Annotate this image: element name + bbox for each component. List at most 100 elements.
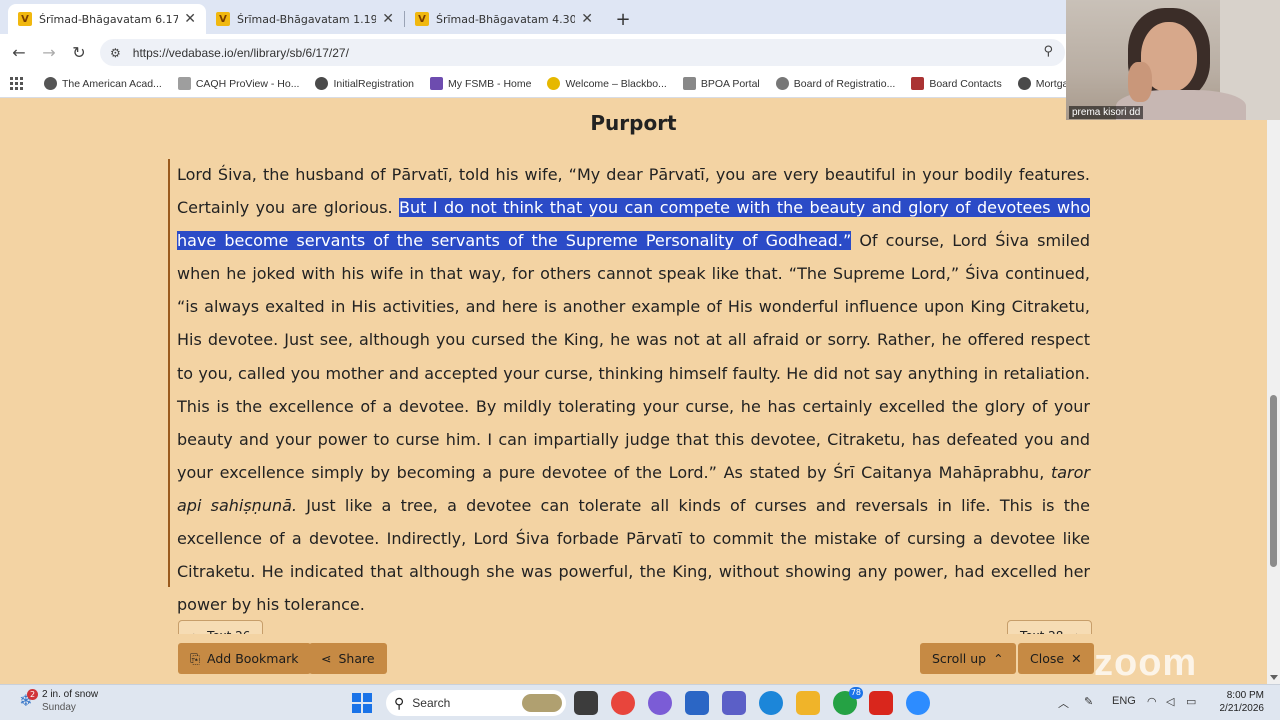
tab-close-icon[interactable]: ✕ (184, 11, 196, 27)
bookmark-favicon-icon (177, 77, 191, 90)
bookmark-label: BPOA Portal (700, 77, 760, 90)
bookmark-icon: ⎘ (190, 650, 201, 666)
speaker-icon[interactable]: ◁ (1166, 695, 1174, 708)
purport-accent-bar (168, 159, 170, 587)
bookmark-item[interactable]: The American Acad... (44, 77, 162, 90)
bookmark-label: Board Contacts (929, 77, 1002, 90)
teams-icon[interactable] (722, 691, 746, 715)
windows-taskbar: ❄ 2 2 in. of snow Sunday ⚲ Search 78 ︿ ✎ … (0, 684, 1280, 720)
vedabase-favicon-icon: V (216, 12, 230, 26)
scroll-down-arrow-icon[interactable] (1270, 675, 1278, 680)
chrome-icon[interactable] (611, 691, 635, 715)
tab-title: Śrīmad-Bhāgavatam 6.17.27 (39, 12, 179, 26)
url-text[interactable]: https://vedabase.io/en/library/sb/6/17/2… (133, 46, 349, 60)
purport-paragraph: Lord Śiva, the husband of Pārvatī, told … (177, 158, 1090, 621)
edge-icon[interactable] (759, 691, 783, 715)
weather-widget[interactable]: ❄ 2 2 in. of snow Sunday (16, 688, 98, 714)
share-icon: ⋖ (321, 651, 332, 666)
clock-date: 2/21/2026 (1219, 703, 1265, 714)
zoom-watermark-logo: zoom (1094, 642, 1198, 684)
whatsapp-icon[interactable]: 78 (833, 687, 863, 715)
forward-arrow-icon[interactable]: → (34, 37, 64, 67)
participant-hand (1128, 62, 1152, 102)
store-icon[interactable] (685, 691, 709, 715)
bookmark-favicon-icon (44, 77, 57, 90)
task-view-icon[interactable] (574, 691, 598, 715)
language-indicator[interactable]: ENG (1112, 695, 1136, 707)
address-bar[interactable]: ⚙ https://vedabase.io/en/library/sb/6/17… (100, 39, 1065, 66)
snowflake-icon: ❄ 2 (16, 689, 38, 711)
taskbar-search-box[interactable]: ⚲ Search (386, 690, 566, 716)
zoom-magnifier-icon[interactable]: ⚲ (1043, 44, 1053, 59)
double-chevron-up-icon: ⌃ (993, 651, 1004, 666)
bookmark-item[interactable]: Welcome – Blackbo... (547, 77, 667, 90)
add-bookmark-button[interactable]: ⎘ Add Bookmark (178, 643, 311, 674)
bookmark-item[interactable]: My FSMB - Home (430, 77, 531, 90)
bottom-action-bar: ⎘ Add Bookmark ⋖ Share Scroll up ⌃ Close… (0, 634, 1267, 684)
windows-start-icon[interactable] (352, 693, 372, 713)
share-label: Share (338, 651, 375, 666)
page-scrollbar[interactable] (1267, 99, 1280, 684)
bulb-icon (547, 77, 561, 90)
bookmark-item[interactable]: BPOA Portal (682, 77, 760, 90)
vedabase-favicon-icon: V (18, 12, 32, 26)
apps-grid-icon[interactable] (10, 76, 24, 91)
vedabase-favicon-icon: V (415, 12, 429, 26)
weather-text: 2 in. of snow Sunday (42, 688, 98, 714)
close-button[interactable]: Close ✕ (1018, 643, 1094, 674)
weather-day: Sunday (42, 702, 76, 713)
seal-icon (775, 77, 789, 90)
bookmark-item[interactable]: CAQH ProView - Ho... (177, 77, 300, 90)
bookmark-label: Welcome – Blackbo... (565, 77, 667, 90)
file-explorer-icon[interactable] (796, 691, 820, 715)
scroll-up-label: Scroll up (932, 651, 987, 666)
bookmark-label: Board of Registratio... (793, 77, 896, 90)
bookmark-item[interactable]: Board of Registratio... (775, 77, 896, 90)
add-bookmark-label: Add Bookmark (207, 651, 299, 666)
whatsapp-badge: 78 (848, 687, 863, 699)
tab-title: Śrīmad-Bhāgavatam 1.19.16 (237, 12, 377, 26)
site-info-icon[interactable]: ⚙ (110, 46, 121, 60)
acrobat-icon[interactable] (869, 691, 893, 715)
scrollbar-thumb[interactable] (1270, 395, 1277, 567)
bookmark-label: CAQH ProView - Ho... (195, 77, 300, 90)
bookmark-label: InitialRegistration (333, 77, 415, 90)
reload-icon[interactable]: ↻ (64, 37, 94, 67)
scroll-up-button[interactable]: Scroll up ⌃ (920, 643, 1016, 674)
purport-text-part: Just like a tree, a devotee can tolerate… (177, 495, 1090, 615)
page-content: Purport Lord Śiva, the husband of Pārvat… (0, 99, 1267, 684)
tab-sb-6-17-27[interactable]: V Śrīmad-Bhāgavatam 6.17.27 ✕ (8, 4, 206, 34)
purport-text-part: Of course, Lord Śiva smiled when he joke… (177, 231, 1090, 482)
pen-icon[interactable]: ✎ (1084, 695, 1093, 708)
participant-name: prema kisori dd (1069, 106, 1144, 119)
taskbar-search-label: Search (412, 696, 451, 710)
share-button[interactable]: ⋖ Share (309, 643, 387, 674)
chevron-up-icon[interactable]: ︿ (1058, 695, 1069, 711)
system-clock[interactable]: 8:00 PM 2/21/2026 (1220, 689, 1265, 715)
bookmark-item[interactable]: Board Contacts (911, 77, 1002, 90)
weather-main: 2 in. of snow (42, 689, 99, 700)
zoom-app-icon[interactable] (906, 691, 930, 715)
copilot-icon[interactable] (648, 691, 672, 715)
search-highlight-art (522, 694, 562, 712)
bookmark-item[interactable]: InitialRegistration (315, 77, 414, 90)
tab-sb-1-19-16[interactable]: V Śrīmad-Bhāgavatam 1.19.16 ✕ (206, 4, 404, 34)
close-label: Close (1030, 651, 1065, 666)
tab-close-icon[interactable]: ✕ (581, 11, 593, 27)
wifi-icon[interactable]: ◠ (1147, 695, 1157, 708)
back-arrow-icon[interactable]: ← (4, 37, 34, 67)
tab-close-icon[interactable]: ✕ (382, 11, 394, 27)
tab-sb-4-30-33[interactable]: V Śrīmad-Bhāgavatam 4.30.33 ✕ (405, 4, 603, 34)
tab-title: Śrīmad-Bhāgavatam 4.30.33 (436, 12, 576, 26)
zoom-video-tile[interactable]: prema kisori dd (1066, 0, 1280, 120)
bookmark-label: The American Acad... (62, 77, 162, 90)
search-icon: ⚲ (394, 694, 405, 711)
new-tab-button[interactable]: + (609, 5, 637, 33)
weather-badge: 2 (27, 689, 38, 700)
globe-icon (315, 77, 329, 90)
bookmark-label: My FSMB - Home (448, 77, 532, 90)
close-icon: ✕ (1071, 651, 1082, 666)
battery-icon[interactable]: ▭ (1186, 695, 1196, 708)
globe-icon (1017, 77, 1031, 90)
bookmark-favicon-icon (911, 77, 925, 90)
